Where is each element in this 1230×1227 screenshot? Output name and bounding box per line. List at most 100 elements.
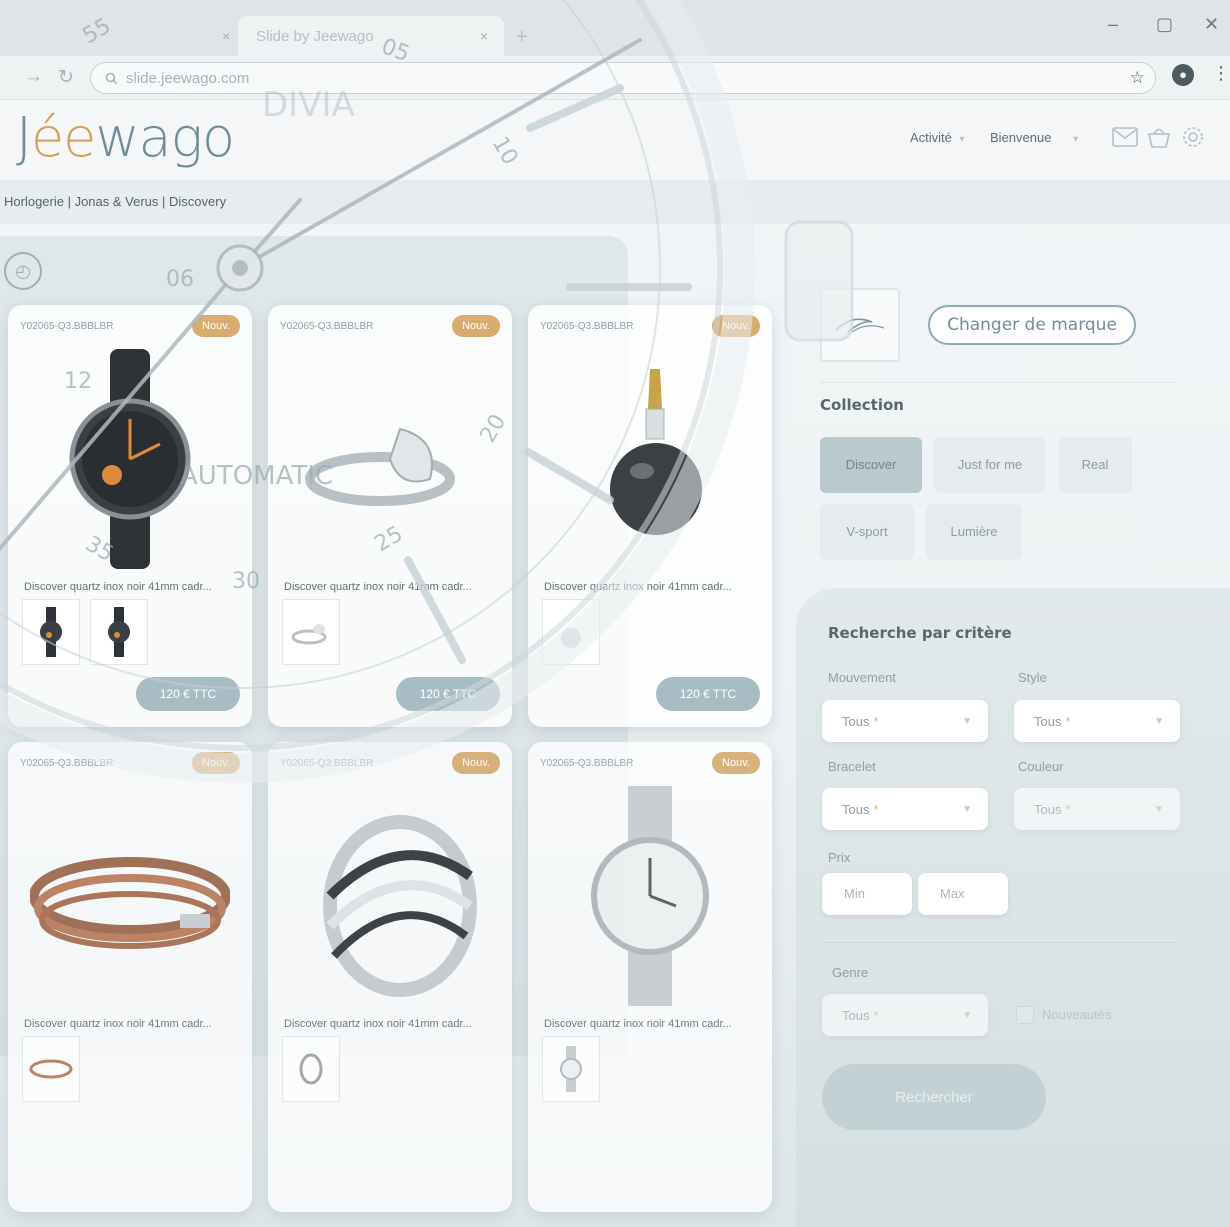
bracelet-label: Bracelet xyxy=(828,759,876,774)
mouvement-select[interactable]: Tous * ▼ xyxy=(822,700,988,742)
mail-icon[interactable] xyxy=(1112,124,1138,150)
breadcrumb[interactable]: Horlogerie | Jonas & Verus | Discovery xyxy=(4,194,226,209)
collection-title: Collection xyxy=(820,396,904,414)
new-badge: Nouv. xyxy=(712,752,760,774)
bookmark-star-icon[interactable]: ☆ xyxy=(1130,68,1145,88)
product-name[interactable]: Discover quartz inox noir 41mm cadr... xyxy=(284,1018,504,1030)
chevron-down-icon: ▾ xyxy=(959,134,965,145)
product-name[interactable]: Discover quartz inox noir 41mm cadr... xyxy=(544,581,764,593)
chevron-down-icon: ▼ xyxy=(962,1009,972,1021)
product-image[interactable] xyxy=(290,786,490,1006)
brand-watch-icon: ◴ xyxy=(4,252,42,290)
product-card[interactable]: Y02065-Q3.BBBLBR Nouv. Discover quartz ino… xyxy=(268,305,512,727)
browser-tab-2[interactable]: Slide by Jeewago × xyxy=(238,16,504,56)
bracelet-select[interactable]: Tous * ▼ xyxy=(822,788,988,830)
window-close-icon[interactable]: ✕ xyxy=(1204,14,1219,35)
collection-chip-v-sport[interactable]: V-sport xyxy=(820,504,914,560)
collection-chip-just-for-me[interactable]: Just for me xyxy=(934,437,1046,493)
product-card[interactable]: Y02065-Q3.BBBLBR Nouv. Discover quartz ino… xyxy=(528,305,772,727)
product-card[interactable]: Y02065-Q3.BBBLBR Nouv. Discover quartz ino… xyxy=(8,742,252,1212)
new-items-checkbox[interactable] xyxy=(1016,1006,1034,1024)
product-name[interactable]: Discover quartz inox noir 41mm cadr... xyxy=(24,581,244,593)
new-items-label: Nouveautés xyxy=(1042,1007,1112,1022)
reload-button[interactable]: ↻ xyxy=(58,66,74,89)
url-input[interactable]: slide.jeewago.com ☆ xyxy=(90,62,1156,94)
nav-label: Bienvenue xyxy=(990,130,1052,145)
close-icon[interactable]: × xyxy=(480,28,488,44)
product-thumbnails xyxy=(22,599,148,665)
new-badge: Nouv. xyxy=(712,315,760,337)
basket-icon[interactable] xyxy=(1146,124,1172,150)
logo-text-post: wago xyxy=(95,106,235,169)
product-thumbnail[interactable] xyxy=(90,599,148,665)
logo-text-pre: J xyxy=(16,106,32,169)
product-image[interactable] xyxy=(30,349,230,569)
search-title: Recherche par critère xyxy=(828,624,1012,642)
new-badge: Nouv. xyxy=(192,752,240,774)
product-image[interactable] xyxy=(29,786,231,1006)
product-card[interactable]: Y02065-Q3.BBBLBR Nouv. Discover quartz ino… xyxy=(268,742,512,1212)
select-value: Tous xyxy=(842,713,870,729)
chevron-down-icon: ▾ xyxy=(1073,134,1079,145)
product-card[interactable]: Y02065-Q3.BBBLBR Nouv. Discover quartz ino… xyxy=(528,742,772,1212)
product-thumbnail[interactable] xyxy=(542,599,600,665)
logo-rings: ée xyxy=(30,106,96,169)
select-value: Tous xyxy=(842,1007,870,1023)
product-thumbnail[interactable] xyxy=(22,599,80,665)
forward-button[interactable]: → xyxy=(24,66,43,88)
collection-chip-lumiere[interactable]: Lumière xyxy=(926,504,1022,560)
price-max-input[interactable]: Max xyxy=(918,873,1008,915)
chevron-down-icon: ▼ xyxy=(1154,715,1164,727)
address-bar: → ↻ slide.jeewago.com ☆ xyxy=(0,56,1230,100)
price-min-input[interactable]: Min xyxy=(822,873,912,915)
product-thumbnail[interactable] xyxy=(542,1036,600,1102)
product-image[interactable] xyxy=(290,349,490,569)
price-button[interactable]: 120 € TTC xyxy=(396,677,500,711)
style-select[interactable]: Tous * ▼ xyxy=(1014,700,1180,742)
nav-activite[interactable]: Activité ▾ xyxy=(910,130,965,145)
product-sku: Y02065-Q3.BBBLBR xyxy=(20,321,114,332)
product-sku: Y02065-Q3.BBBLBR xyxy=(540,321,634,332)
nav-bienvenue[interactable]: Bienvenue ▾ xyxy=(990,130,1078,145)
brand-logo xyxy=(820,288,900,362)
product-image[interactable] xyxy=(550,786,750,1006)
couleur-label: Couleur xyxy=(1018,759,1064,774)
price-button[interactable]: 120 € TTC xyxy=(656,677,760,711)
product-card[interactable]: Y02065-Q3.BBBLBR Nouv. Discover quartz ino… xyxy=(8,305,252,727)
mouvement-label: Mouvement xyxy=(828,670,896,685)
product-thumbnail[interactable] xyxy=(282,1036,340,1102)
product-thumbnails xyxy=(282,599,340,665)
account-icon[interactable]: ● xyxy=(1172,64,1194,86)
collection-chip-discover[interactable]: Discover xyxy=(820,437,922,493)
search-button[interactable]: Rechercher xyxy=(822,1064,1046,1130)
new-badge: Nouv. xyxy=(452,752,500,774)
browser-tab-1[interactable]: × xyxy=(0,16,250,56)
minimize-icon[interactable]: – xyxy=(1108,14,1118,35)
site-logo[interactable]: Jéewago xyxy=(16,106,235,169)
price-button[interactable]: 120 € TTC xyxy=(136,677,240,711)
change-brand-button[interactable]: Changer de marque xyxy=(928,305,1136,345)
menu-icon[interactable]: ⋮ xyxy=(1212,63,1230,84)
product-thumbnail[interactable] xyxy=(282,599,340,665)
close-icon[interactable]: × xyxy=(222,28,230,44)
product-name[interactable]: Discover quartz inox noir 41mm cadr... xyxy=(24,1018,244,1030)
product-sku: Y02065-Q3.BBBLBR xyxy=(280,758,374,769)
product-image[interactable] xyxy=(550,349,750,569)
genre-select[interactable]: Tous * ▼ xyxy=(822,994,988,1036)
new-tab-button[interactable]: + xyxy=(516,26,528,49)
maximize-icon[interactable]: ▢ xyxy=(1156,14,1173,35)
product-sku: Y02065-Q3.BBBLBR xyxy=(280,321,374,332)
divider xyxy=(820,382,1176,383)
collection-chip-real[interactable]: Real xyxy=(1058,437,1132,493)
product-name[interactable]: Discover quartz inox noir 41mm cadr... xyxy=(284,581,504,593)
breadcrumb-bar: Horlogerie | Jonas & Verus | Discovery xyxy=(0,180,1230,224)
product-thumbnail[interactable] xyxy=(22,1036,80,1102)
nav-label: Activité xyxy=(910,130,952,145)
select-value: Tous xyxy=(1034,713,1062,729)
product-thumbnails xyxy=(282,1036,340,1102)
gear-icon[interactable] xyxy=(1180,124,1206,150)
required-mark: * xyxy=(873,801,879,817)
tab-title: Slide by Jeewago xyxy=(256,27,374,45)
product-name[interactable]: Discover quartz inox noir 41mm cadr... xyxy=(544,1018,764,1030)
couleur-select[interactable]: Tous * ▼ xyxy=(1014,788,1180,830)
